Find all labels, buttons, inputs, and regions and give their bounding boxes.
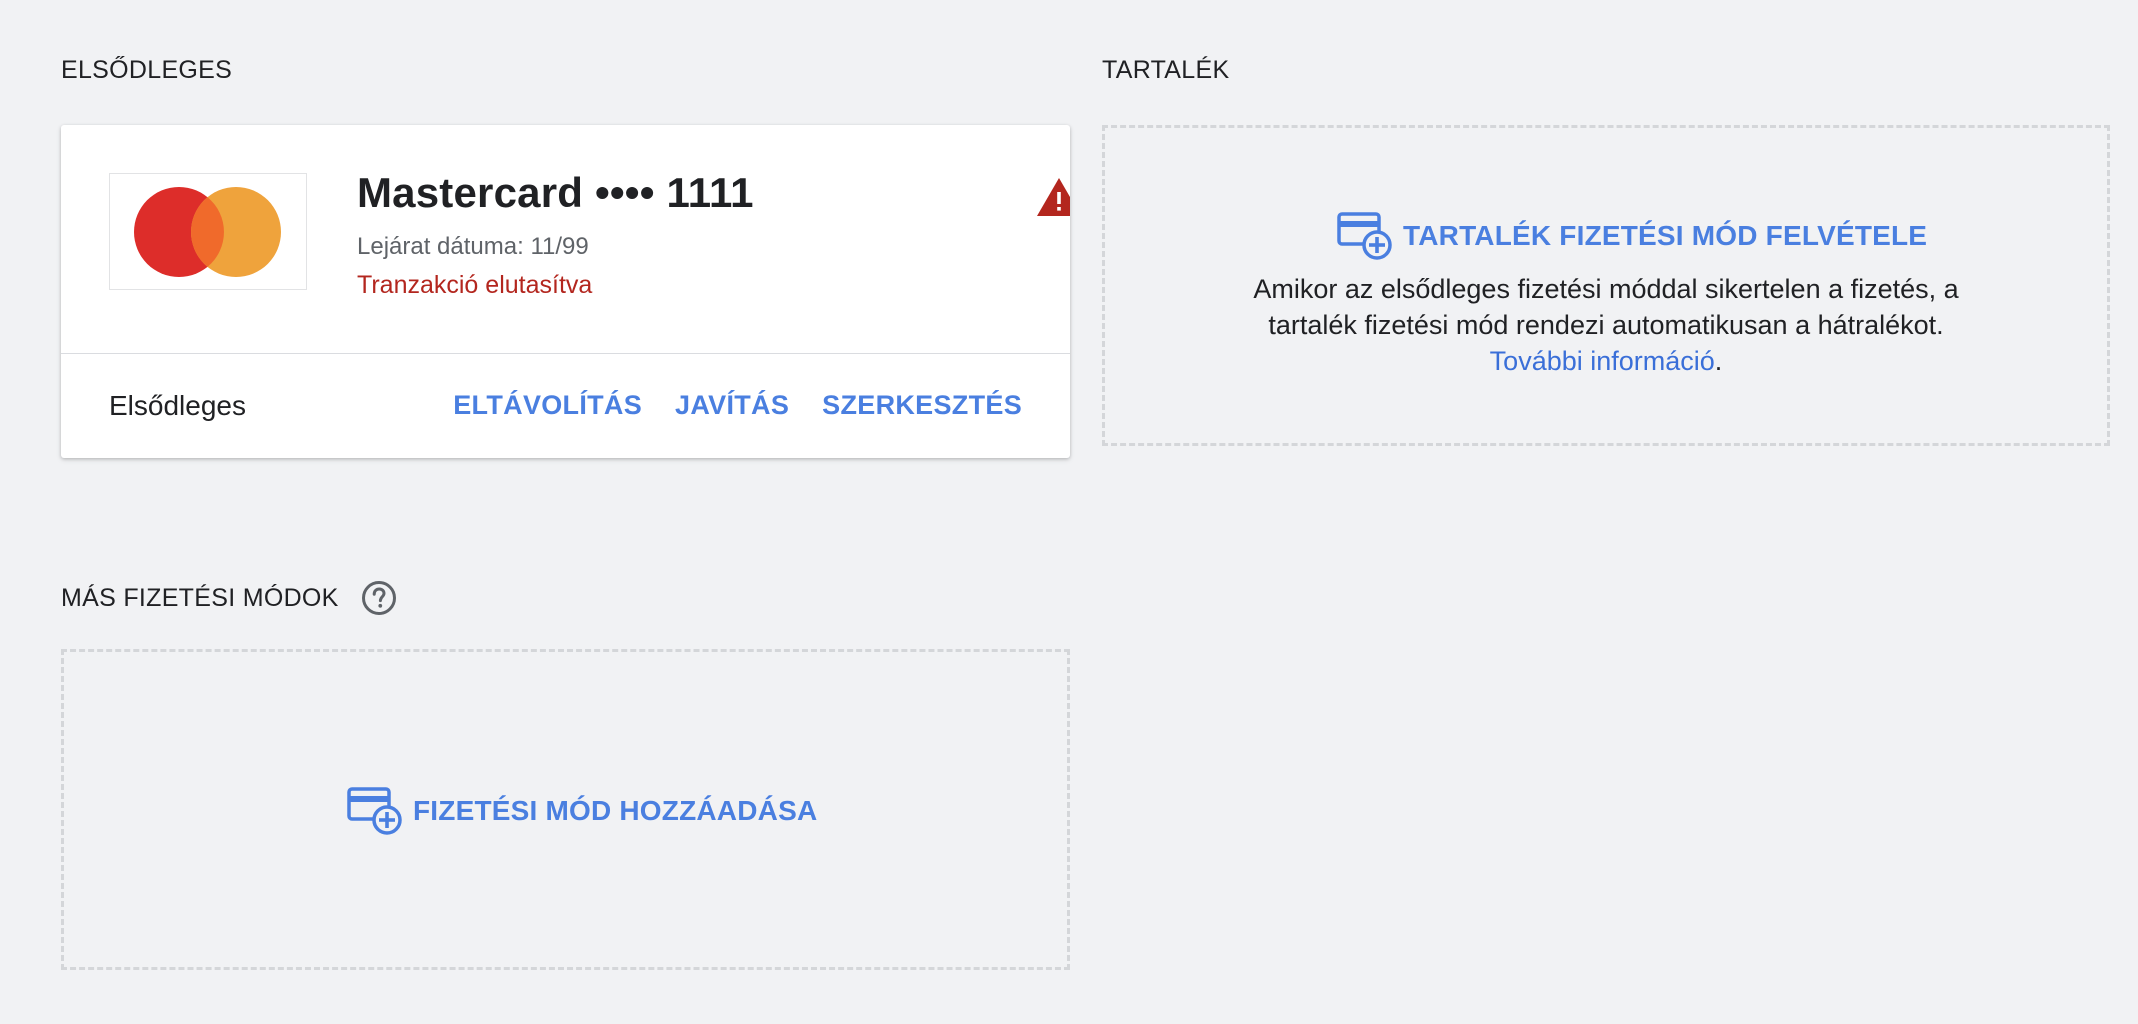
fix-button[interactable]: JAVÍTÁS [675,390,789,421]
backup-description: Amikor az elsődleges fizetési móddal sik… [1105,271,2107,379]
add-backup-payment-button[interactable]: TARTALÉK FIZETÉSI MÓD FELVÉTELE [1337,212,1927,260]
payment-methods-page: ELSŐDLEGES Mastercard •••• 1111 Lejárat … [0,0,2138,1024]
remove-button[interactable]: ELTÁVOLÍTÁS [453,390,642,421]
add-payment-method-label: FIZETÉSI MÓD HOZZÁADÁSA [413,795,818,826]
learn-more-link[interactable]: További információ [1490,346,1715,376]
primary-section-title: ELSŐDLEGES [61,56,233,84]
backup-section-title: TARTALÉK [1102,56,1230,84]
other-payment-box: FIZETÉSI MÓD HOZZÁADÁSA [61,649,1070,970]
card-priority-label: Elsődleges [109,390,246,421]
other-section-title: MÁS FIZETÉSI MÓDOK [61,583,339,612]
backup-description-line2: tartalék fizetési mód rendezi automatiku… [1268,310,1944,340]
card-footer: Elsődleges ELTÁVOLÍTÁS JAVÍTÁS SZERKESZT… [61,354,1070,458]
backup-description-line1: Amikor az elsődleges fizetési móddal sik… [1253,274,1959,304]
card-actions: ELTÁVOLÍTÁS JAVÍTÁS SZERKESZTÉS [453,390,1022,421]
edit-button[interactable]: SZERKESZTÉS [822,390,1022,421]
card-expiry: Lejárat dátuma: 11/99 [357,233,589,260]
card-status-error: Tranzakció elutasítva [357,271,593,299]
add-backup-payment-label: TARTALÉK FIZETÉSI MÓD FELVÉTELE [1403,220,1928,251]
add-card-icon [1337,212,1392,260]
card-details: Mastercard •••• 1111 Lejárat dátuma: 11/… [61,125,1070,353]
learn-more-row: További információ. [1105,343,2107,379]
add-card-icon [347,787,402,835]
backup-payment-box: TARTALÉK FIZETÉSI MÓD FELVÉTELE Amikor a… [1102,125,2110,446]
help-circle-icon[interactable] [361,580,397,616]
other-section-header: MÁS FIZETÉSI MÓDOK [61,580,397,616]
card-name: Mastercard •••• 1111 [357,169,754,216]
learn-more-suffix: . [1714,346,1723,376]
warning-triangle-icon [1037,178,1070,216]
mastercard-logo-icon [134,187,281,277]
mastercard-logo [109,173,307,290]
add-payment-method-button[interactable]: FIZETÉSI MÓD HOZZÁADÁSA [347,787,817,835]
primary-payment-card: Mastercard •••• 1111 Lejárat dátuma: 11/… [61,125,1070,458]
